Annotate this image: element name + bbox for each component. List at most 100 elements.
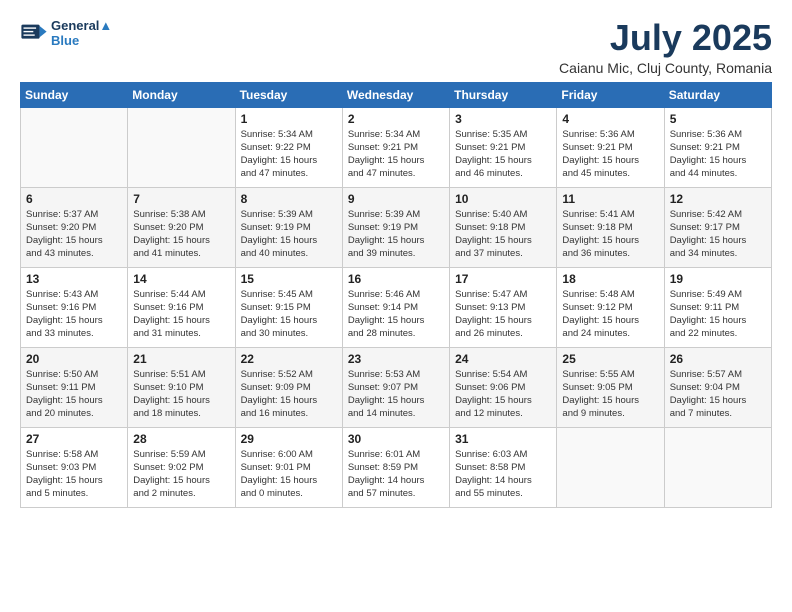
calendar-cell: 4 Sunrise: 5:36 AM Sunset: 9:21 PM Daylig…	[557, 107, 664, 187]
calendar-table: SundayMondayTuesdayWednesdayThursdayFrid…	[20, 82, 772, 508]
calendar-cell: 31Sunrise: 6:03 AM Sunset: 8:58 PM Dayli…	[450, 427, 557, 507]
day-info: Sunrise: 5:41 AM Sunset: 9:18 PM Dayligh…	[562, 208, 658, 261]
day-number: 18	[562, 272, 658, 286]
weekday-header-monday: Monday	[128, 82, 235, 107]
day-number: 14	[133, 272, 229, 286]
day-number: 23	[348, 352, 444, 366]
weekday-header-friday: Friday	[557, 82, 664, 107]
day-info: Sunrise: 5:58 AM Sunset: 9:03 PM Dayligh…	[26, 448, 122, 501]
calendar-cell: 16 Sunrise: 5:46 AM Sunset: 9:14 PM Dayli…	[342, 267, 449, 347]
calendar-cell: 6 Sunrise: 5:37 AM Sunset: 9:20 PM Daylig…	[21, 187, 128, 267]
day-number: 3	[455, 112, 551, 126]
weekday-header-sunday: Sunday	[21, 82, 128, 107]
day-info: Sunrise: 5:45 AM Sunset: 9:15 PM Dayligh…	[241, 288, 337, 341]
day-info: Sunrise: 5:43 AM Sunset: 9:16 PM Dayligh…	[26, 288, 122, 341]
day-info: Sunrise: 5:53 AM Sunset: 9:07 PM Dayligh…	[348, 368, 444, 421]
location-subtitle: Caianu Mic, Cluj County, Romania	[559, 60, 772, 76]
day-info: Sunrise: 5:48 AM Sunset: 9:12 PM Dayligh…	[562, 288, 658, 341]
calendar-cell: 29Sunrise: 6:00 AM Sunset: 9:01 PM Dayli…	[235, 427, 342, 507]
day-number: 12	[670, 192, 766, 206]
day-number: 16	[348, 272, 444, 286]
day-info: Sunrise: 5:54 AM Sunset: 9:06 PM Dayligh…	[455, 368, 551, 421]
calendar-week-row: 6 Sunrise: 5:37 AM Sunset: 9:20 PM Daylig…	[21, 187, 772, 267]
day-info: Sunrise: 6:01 AM Sunset: 8:59 PM Dayligh…	[348, 448, 444, 501]
logo-icon	[20, 19, 48, 47]
day-number: 11	[562, 192, 658, 206]
day-number: 2	[348, 112, 444, 126]
title-block: July 2025 Caianu Mic, Cluj County, Roman…	[559, 18, 772, 76]
weekday-header-thursday: Thursday	[450, 82, 557, 107]
calendar-cell: 28Sunrise: 5:59 AM Sunset: 9:02 PM Dayli…	[128, 427, 235, 507]
day-info: Sunrise: 5:39 AM Sunset: 9:19 PM Dayligh…	[241, 208, 337, 261]
calendar-cell: 14 Sunrise: 5:44 AM Sunset: 9:16 PM Dayli…	[128, 267, 235, 347]
day-number: 20	[26, 352, 122, 366]
month-title: July 2025	[559, 18, 772, 58]
day-number: 25	[562, 352, 658, 366]
day-number: 6	[26, 192, 122, 206]
page: General▲ Blue July 2025 Caianu Mic, Cluj…	[0, 0, 792, 612]
day-number: 1	[241, 112, 337, 126]
calendar-cell: 8 Sunrise: 5:39 AM Sunset: 9:19 PM Daylig…	[235, 187, 342, 267]
calendar-cell	[664, 427, 771, 507]
day-info: Sunrise: 5:40 AM Sunset: 9:18 PM Dayligh…	[455, 208, 551, 261]
calendar-cell: 18 Sunrise: 5:48 AM Sunset: 9:12 PM Dayli…	[557, 267, 664, 347]
day-number: 4	[562, 112, 658, 126]
day-info: Sunrise: 5:36 AM Sunset: 9:21 PM Dayligh…	[562, 128, 658, 181]
day-info: Sunrise: 5:34 AM Sunset: 9:22 PM Dayligh…	[241, 128, 337, 181]
day-info: Sunrise: 5:57 AM Sunset: 9:04 PM Dayligh…	[670, 368, 766, 421]
calendar-cell: 1 Sunrise: 5:34 AM Sunset: 9:22 PM Daylig…	[235, 107, 342, 187]
day-info: Sunrise: 5:44 AM Sunset: 9:16 PM Dayligh…	[133, 288, 229, 341]
day-number: 21	[133, 352, 229, 366]
day-info: Sunrise: 5:38 AM Sunset: 9:20 PM Dayligh…	[133, 208, 229, 261]
calendar-cell: 3Sunrise: 5:35 AM Sunset: 9:21 PM Daylig…	[450, 107, 557, 187]
logo-text: General▲ Blue	[51, 18, 112, 48]
calendar-cell: 21 Sunrise: 5:51 AM Sunset: 9:10 PM Dayli…	[128, 347, 235, 427]
calendar-cell: 7Sunrise: 5:38 AM Sunset: 9:20 PM Daylig…	[128, 187, 235, 267]
calendar-cell: 26 Sunrise: 5:57 AM Sunset: 9:04 PM Dayli…	[664, 347, 771, 427]
day-number: 28	[133, 432, 229, 446]
calendar-cell: 25Sunrise: 5:55 AM Sunset: 9:05 PM Dayli…	[557, 347, 664, 427]
day-number: 8	[241, 192, 337, 206]
calendar-cell	[128, 107, 235, 187]
day-info: Sunrise: 5:37 AM Sunset: 9:20 PM Dayligh…	[26, 208, 122, 261]
day-number: 27	[26, 432, 122, 446]
day-number: 15	[241, 272, 337, 286]
day-number: 19	[670, 272, 766, 286]
calendar-cell: 22 Sunrise: 5:52 AM Sunset: 9:09 PM Dayli…	[235, 347, 342, 427]
day-number: 22	[241, 352, 337, 366]
calendar-week-row: 27 Sunrise: 5:58 AM Sunset: 9:03 PM Dayli…	[21, 427, 772, 507]
calendar-cell	[557, 427, 664, 507]
day-number: 13	[26, 272, 122, 286]
day-info: Sunrise: 5:52 AM Sunset: 9:09 PM Dayligh…	[241, 368, 337, 421]
calendar-cell: 11 Sunrise: 5:41 AM Sunset: 9:18 PM Dayli…	[557, 187, 664, 267]
day-info: Sunrise: 6:00 AM Sunset: 9:01 PM Dayligh…	[241, 448, 337, 501]
calendar-cell: 15 Sunrise: 5:45 AM Sunset: 9:15 PM Dayli…	[235, 267, 342, 347]
weekday-header-tuesday: Tuesday	[235, 82, 342, 107]
weekday-header-saturday: Saturday	[664, 82, 771, 107]
day-info: Sunrise: 5:42 AM Sunset: 9:17 PM Dayligh…	[670, 208, 766, 261]
calendar-cell: 20 Sunrise: 5:50 AM Sunset: 9:11 PM Dayli…	[21, 347, 128, 427]
calendar-cell: 17Sunrise: 5:47 AM Sunset: 9:13 PM Dayli…	[450, 267, 557, 347]
day-info: Sunrise: 5:47 AM Sunset: 9:13 PM Dayligh…	[455, 288, 551, 341]
day-info: Sunrise: 5:46 AM Sunset: 9:14 PM Dayligh…	[348, 288, 444, 341]
header: General▲ Blue July 2025 Caianu Mic, Cluj…	[20, 18, 772, 76]
calendar-week-row: 1 Sunrise: 5:34 AM Sunset: 9:22 PM Daylig…	[21, 107, 772, 187]
weekday-header-row: SundayMondayTuesdayWednesdayThursdayFrid…	[21, 82, 772, 107]
day-number: 5	[670, 112, 766, 126]
day-info: Sunrise: 5:34 AM Sunset: 9:21 PM Dayligh…	[348, 128, 444, 181]
day-number: 31	[455, 432, 551, 446]
calendar-cell	[21, 107, 128, 187]
calendar-week-row: 20 Sunrise: 5:50 AM Sunset: 9:11 PM Dayli…	[21, 347, 772, 427]
calendar-cell: 13 Sunrise: 5:43 AM Sunset: 9:16 PM Dayli…	[21, 267, 128, 347]
calendar-cell: 19Sunrise: 5:49 AM Sunset: 9:11 PM Dayli…	[664, 267, 771, 347]
day-info: Sunrise: 5:36 AM Sunset: 9:21 PM Dayligh…	[670, 128, 766, 181]
calendar-cell: 12 Sunrise: 5:42 AM Sunset: 9:17 PM Dayli…	[664, 187, 771, 267]
calendar-cell: 10Sunrise: 5:40 AM Sunset: 9:18 PM Dayli…	[450, 187, 557, 267]
calendar-cell: 5 Sunrise: 5:36 AM Sunset: 9:21 PM Daylig…	[664, 107, 771, 187]
calendar-cell: 9Sunrise: 5:39 AM Sunset: 9:19 PM Daylig…	[342, 187, 449, 267]
day-info: Sunrise: 5:51 AM Sunset: 9:10 PM Dayligh…	[133, 368, 229, 421]
weekday-header-wednesday: Wednesday	[342, 82, 449, 107]
day-number: 26	[670, 352, 766, 366]
day-info: Sunrise: 5:39 AM Sunset: 9:19 PM Dayligh…	[348, 208, 444, 261]
day-info: Sunrise: 5:50 AM Sunset: 9:11 PM Dayligh…	[26, 368, 122, 421]
